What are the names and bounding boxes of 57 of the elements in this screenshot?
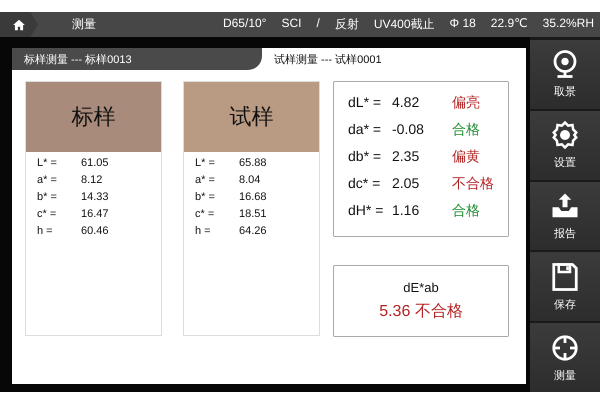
sidebar-button[interactable]: 测量 (530, 323, 600, 392)
tab[interactable]: 标样测量 --- 标样0013 (12, 48, 262, 70)
status-text: 22.9℃ (490, 16, 528, 32)
status-text: 反射 (334, 16, 359, 33)
total-label: dE*ab (403, 280, 439, 295)
sidebar-button[interactable]: 设置 (530, 110, 600, 180)
value-text: 61.05 (81, 157, 110, 169)
value-label: L* = (37, 157, 58, 169)
value-text: 65.88 (239, 157, 268, 169)
difference-label: dH* = (348, 202, 384, 220)
difference-label: dL* = (348, 94, 382, 112)
settings-icon (550, 120, 580, 150)
sidebar-button[interactable]: 保存 (530, 252, 600, 322)
status-text: / (316, 16, 320, 32)
total-value: 5.36 不合格 (379, 302, 463, 322)
difference-value: 4.82 (392, 94, 420, 112)
difference-label: da* = (348, 121, 382, 139)
status-text: 35.2%RH (542, 16, 594, 32)
difference-value: 2.05 (392, 175, 420, 193)
value-label: b* = (37, 191, 58, 203)
status-text: D65/10° (222, 16, 266, 32)
value-text: 60.46 (81, 225, 110, 237)
value-label: b* = (195, 191, 216, 203)
difference-label: dc* = (348, 175, 382, 193)
verdict-text: 合格 (452, 202, 481, 220)
value-label: a* = (37, 174, 58, 186)
value-text: 8.12 (81, 174, 104, 186)
value-label: L* = (195, 157, 216, 169)
screen-title: 测量 (72, 16, 97, 33)
sidebar-button[interactable]: 取景 (530, 40, 600, 109)
sample-swatch: 标样 (26, 82, 161, 152)
verdict-text: 不合格 (452, 175, 494, 193)
value-label: a* = (195, 174, 216, 186)
sample-swatch: 试样 (184, 82, 319, 152)
value-label: h = (195, 225, 212, 237)
sidebar-button[interactable]: 报告 (530, 182, 600, 250)
verdict-text: 合格 (452, 121, 481, 139)
status-text: UV400截止 (374, 16, 435, 33)
difference-value: 2.35 (392, 148, 420, 166)
value-label: c* = (195, 208, 216, 220)
value-label: c* = (37, 208, 58, 220)
status-text: SCI (281, 16, 302, 32)
status-text: Φ 18 (450, 16, 476, 32)
home-icon[interactable] (12, 18, 26, 32)
value-text: 64.26 (239, 225, 268, 237)
value-label: h = (37, 225, 54, 237)
crosshair-icon (550, 332, 580, 363)
difference-value: 1.16 (392, 202, 420, 220)
verdict-text: 偏亮 (452, 94, 481, 112)
value-text: 16.47 (81, 208, 110, 220)
value-text: 8.04 (239, 174, 262, 186)
value-text: 14.33 (81, 191, 110, 203)
verdict-text: 偏黄 (452, 148, 481, 166)
value-text: 16.68 (239, 191, 268, 203)
difference-label: db* = (348, 148, 382, 166)
difference-value: -0.08 (392, 121, 425, 139)
value-text: 18.51 (239, 208, 268, 220)
